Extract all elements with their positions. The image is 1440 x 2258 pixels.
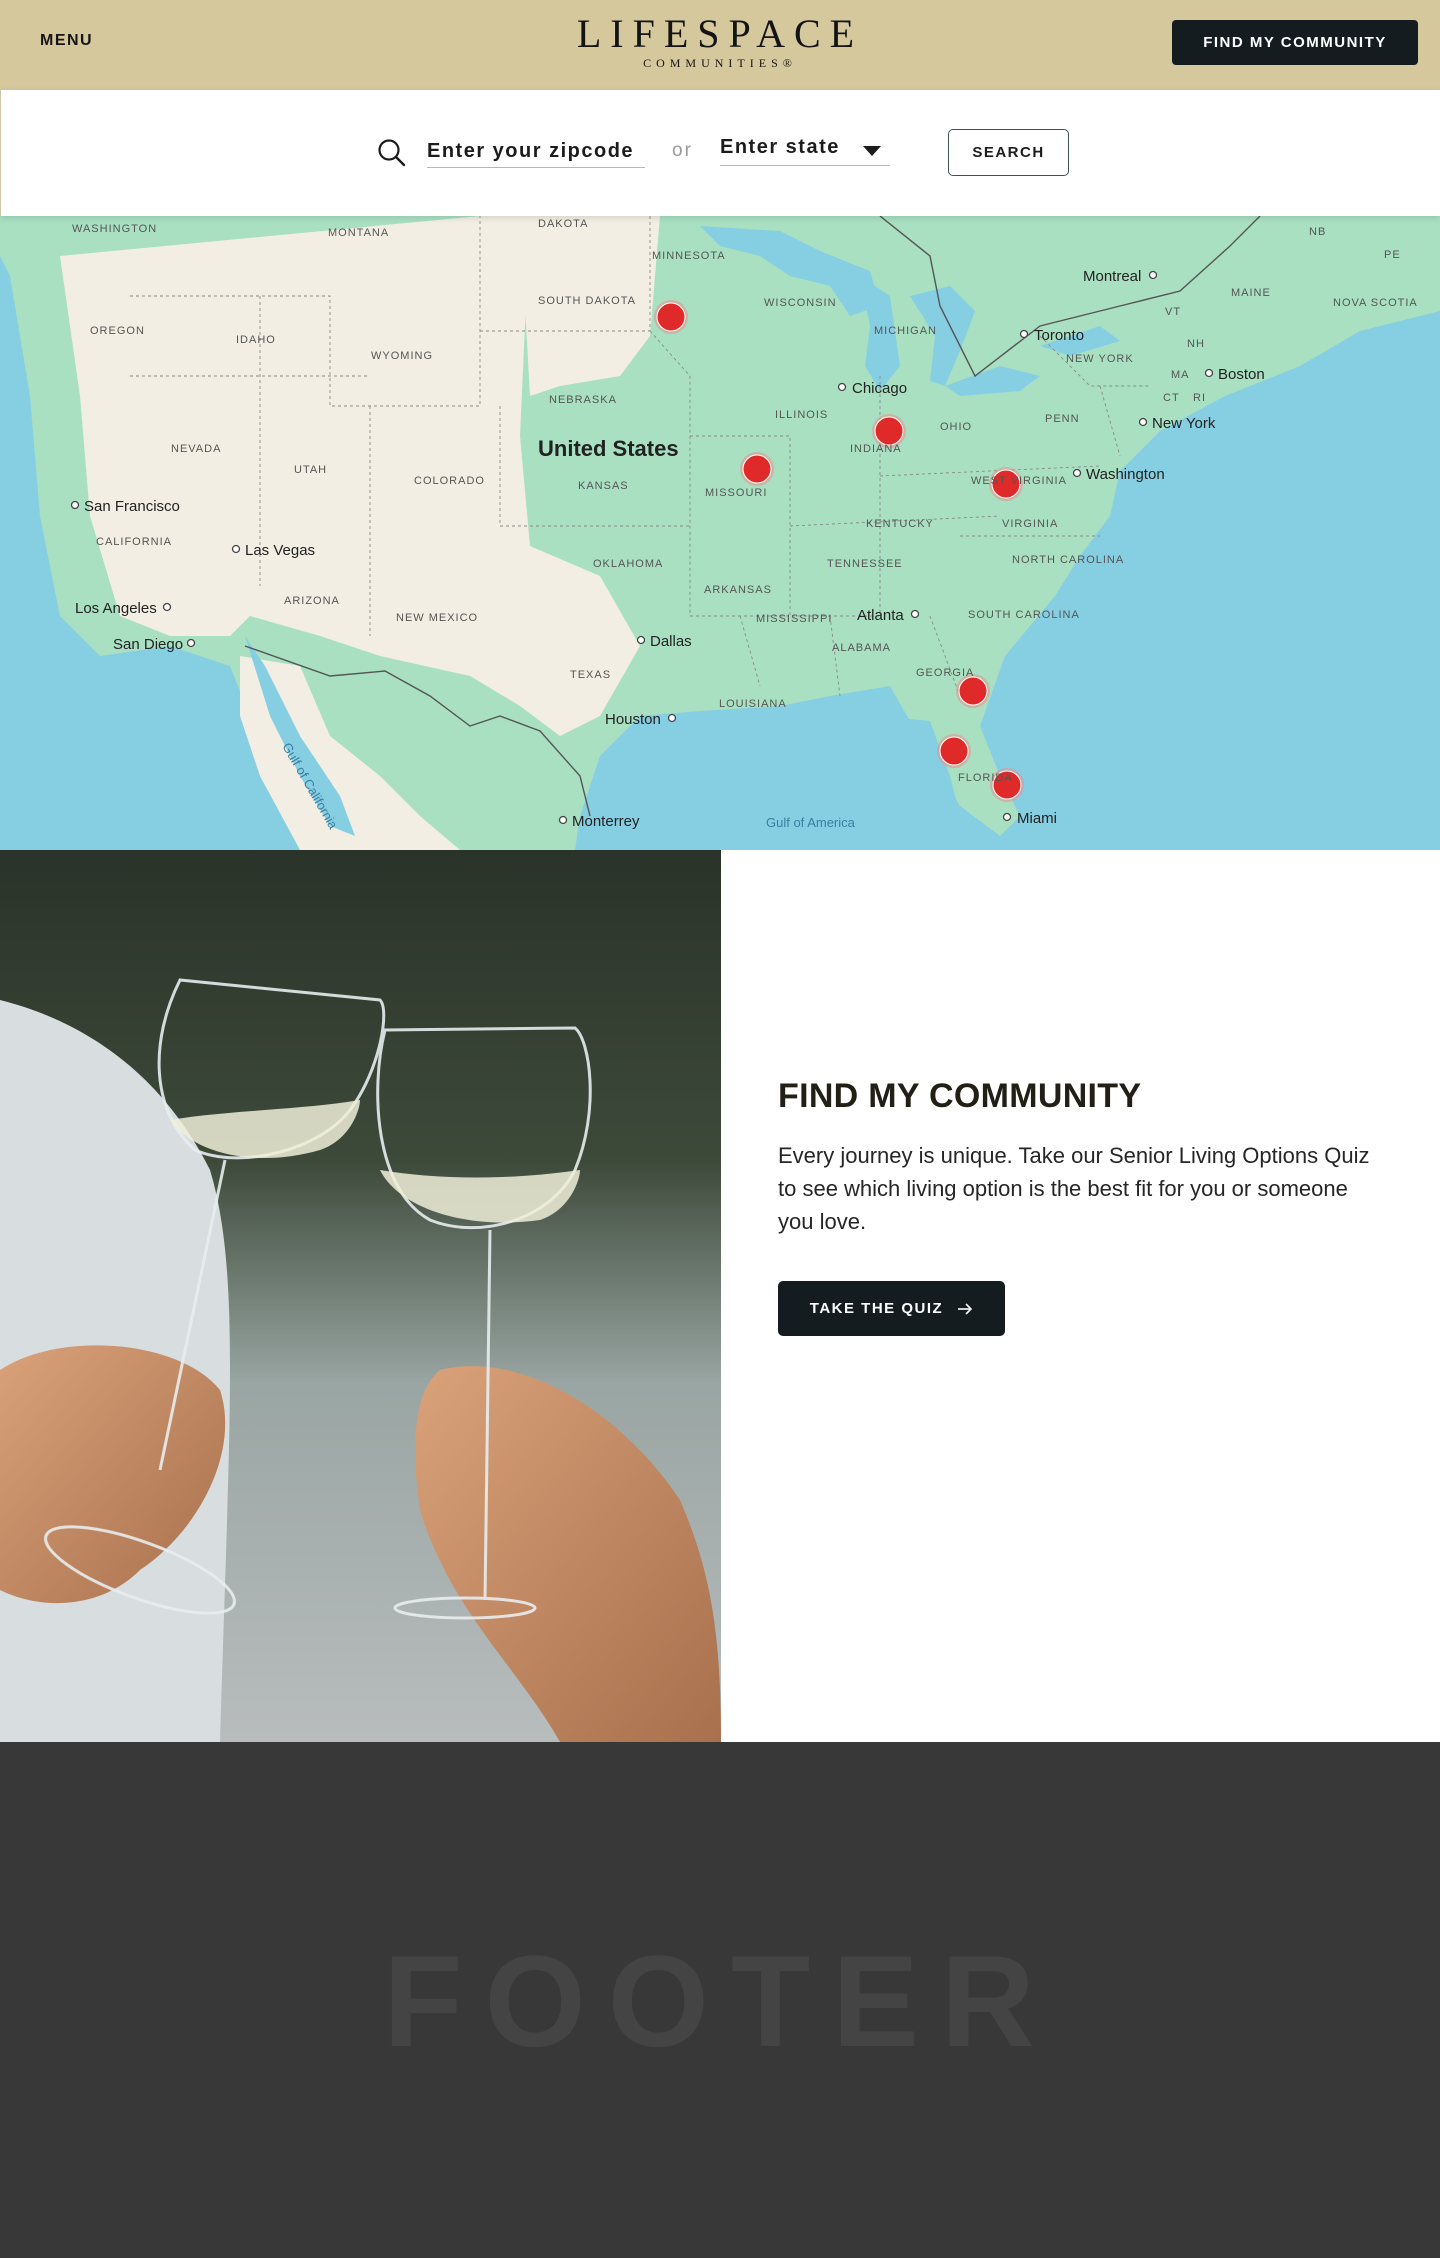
- map-region-label: UTAH: [294, 464, 327, 476]
- feature-description: Every journey is unique. Take our Senior…: [778, 1143, 1370, 1234]
- map-region-label: NOVA SCOTIA: [1333, 297, 1418, 309]
- map-city-label: Houston: [605, 711, 661, 728]
- map-region-label: MISSISSIPPI: [756, 613, 832, 625]
- footer-placeholder-text: FOOTER: [383, 1928, 1057, 2074]
- map-water-label: Gulf of America: [766, 815, 856, 830]
- map-region-label: RI: [1193, 392, 1206, 404]
- map-city-label: San Diego: [113, 636, 183, 653]
- map-region-label: PE: [1384, 249, 1401, 261]
- map-city-label: Dallas: [650, 633, 692, 650]
- menu-button[interactable]: MENU: [40, 32, 93, 50]
- map-region-label: LOUISIANA: [719, 698, 787, 710]
- map-region-label: TEXAS: [570, 669, 611, 681]
- map-region-label: IDAHO: [236, 334, 276, 346]
- map-region-label: NH: [1187, 338, 1205, 350]
- state-dropdown-label: Enter state: [720, 136, 840, 158]
- map-region-label: VT: [1165, 306, 1181, 318]
- feature-title: FIND MY COMMUNITY: [778, 1077, 1142, 1115]
- map-region-label: ARKANSAS: [704, 584, 772, 596]
- map-region-label: NORTH CAROLINA: [1012, 554, 1124, 566]
- community-marker[interactable]: [956, 674, 990, 708]
- state-dropdown[interactable]: Enter state: [720, 134, 890, 166]
- community-marker[interactable]: [654, 300, 688, 334]
- map-region-label: CALIFORNIA: [96, 536, 172, 548]
- map-region-label: MA: [1171, 369, 1190, 381]
- map-city-label: San Francisco: [84, 498, 180, 515]
- map-city-label: Toronto: [1034, 327, 1084, 344]
- map-region-label: MINNESOTA: [652, 250, 726, 262]
- map-region-label: OREGON: [90, 325, 145, 337]
- take-the-quiz-button[interactable]: TAKE THE QUIZ: [778, 1281, 1005, 1336]
- map-region-label: MICHIGAN: [874, 325, 937, 337]
- map-country-label: United States: [538, 436, 679, 461]
- arrow-right-icon: [958, 1302, 973, 1315]
- map-region-label: COLORADO: [414, 475, 485, 487]
- community-marker[interactable]: [740, 452, 774, 486]
- map-city-label: Chicago: [852, 380, 907, 397]
- map-region-label: NEW MEXICO: [396, 612, 478, 624]
- map-city-label: Monterrey: [572, 813, 640, 830]
- map-region-label: MISSOURI: [705, 487, 767, 499]
- map-region-label: INDIANA: [850, 443, 902, 455]
- map-region-label: ALABAMA: [832, 642, 891, 654]
- find-community-feature: FIND MY COMMUNITY Every journey is uniqu…: [0, 850, 1440, 1742]
- map-region-label: MONTANA: [328, 227, 389, 239]
- map-region-label: WYOMING: [371, 350, 433, 362]
- logo-subtitle: COMMUNITIES®: [643, 56, 797, 70]
- map-region-label: MAINE: [1231, 287, 1271, 299]
- map-region-label: NEBRASKA: [549, 394, 617, 406]
- map-city-label: New York: [1152, 415, 1216, 432]
- quiz-button-label: TAKE THE QUIZ: [809, 1300, 944, 1317]
- map-region-label: FLORIDA: [958, 772, 1013, 784]
- map-city-label: Las Vegas: [245, 542, 315, 559]
- map-region-label: OKLAHOMA: [593, 558, 663, 570]
- community-map[interactable]: United States Montreal Toronto Boston Ne…: [0, 216, 1440, 850]
- search-button[interactable]: SEARCH: [948, 129, 1069, 176]
- map-city-label: Atlanta: [857, 607, 904, 624]
- wine-toast-photo: [0, 850, 721, 1742]
- map-city-label: Miami: [1017, 810, 1057, 827]
- map-region-label: NEVADA: [171, 443, 221, 455]
- map-region-label: DAKOTA: [538, 218, 588, 230]
- map-region-label: OHIO: [940, 421, 972, 433]
- site-header: MENU LIFESPACE COMMUNITIES® FIND MY COMM…: [0, 0, 1440, 90]
- map-region-label: KANSAS: [578, 480, 629, 492]
- community-marker[interactable]: [937, 734, 971, 768]
- map-region-label: WEST VIRGINIA: [971, 475, 1067, 487]
- map-region-label: PENN: [1045, 413, 1080, 425]
- map-city-label: Montreal: [1083, 268, 1141, 285]
- map-region-label: WASHINGTON: [72, 223, 157, 235]
- map-region-label: CT: [1163, 392, 1180, 404]
- map-region-label: SOUTH DAKOTA: [538, 295, 636, 307]
- map-region-label: SOUTH CAROLINA: [968, 609, 1080, 621]
- find-my-community-button[interactable]: FIND MY COMMUNITY: [1172, 20, 1418, 65]
- community-search-bar: or Enter state SEARCH: [0, 90, 1440, 216]
- map-region-label: ILLINOIS: [775, 409, 828, 421]
- map-region-label: ARIZONA: [284, 595, 340, 607]
- search-icon: [378, 139, 406, 167]
- map-region-label: GEORGIA: [916, 667, 974, 679]
- map-city-label: Los Angeles: [75, 600, 157, 617]
- lifespace-logo[interactable]: LIFESPACE COMMUNITIES®: [520, 14, 920, 71]
- map-region-label: TENNESSEE: [827, 558, 903, 570]
- map-region-label: WISCONSIN: [764, 297, 837, 309]
- map-region-label: KENTUCKY: [866, 518, 934, 530]
- zipcode-input[interactable]: [427, 136, 645, 168]
- site-footer: FOOTER: [0, 1742, 1440, 2258]
- or-separator: or: [672, 140, 693, 161]
- map-region-label: NB: [1309, 226, 1326, 238]
- map-city-label: Washington: [1086, 466, 1165, 483]
- map-canvas: United States Montreal Toronto Boston Ne…: [0, 216, 1440, 850]
- caret-down-icon: [863, 146, 881, 156]
- map-region-label: VIRGINIA: [1002, 518, 1058, 530]
- logo-wordmark: LIFESPACE: [576, 11, 864, 56]
- map-region-label: NEW YORK: [1066, 353, 1134, 365]
- map-city-label: Boston: [1218, 366, 1265, 383]
